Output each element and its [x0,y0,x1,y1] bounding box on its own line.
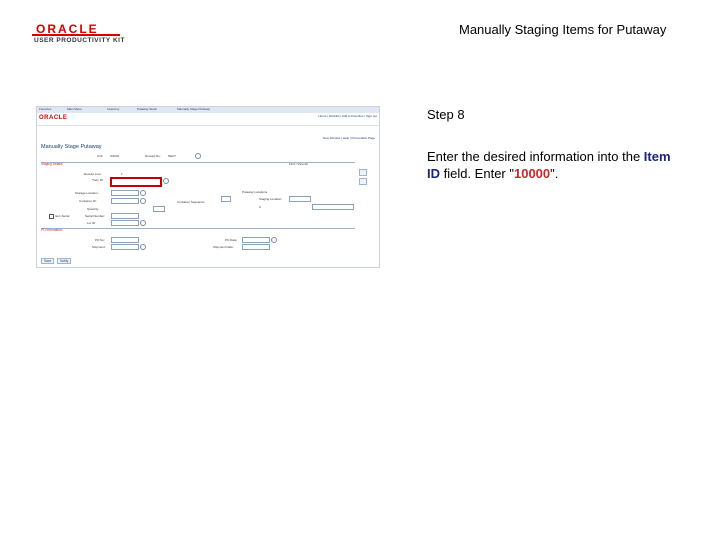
instruction-prefix: Enter the desired information into the [427,149,644,164]
shipment-input[interactable] [111,244,139,250]
application-screenshot: Favorites Main Menu Inventory Putaway St… [36,106,380,268]
item-id-label: *Item ID: [92,178,104,182]
nav-item-manually-stage-putaway[interactable]: Manually Stage Putaway [177,107,210,111]
staging-details-header: Staging Details [41,162,63,166]
container-id-label: Container ID: [79,199,97,203]
serial-label: Serial Number: [85,214,106,218]
upk-logo-subtitle: USER PRODUCTIVITY KIT [34,37,125,44]
staging-value: 0 [259,205,261,209]
po-date-label: PO Date: [225,238,238,242]
nav-item-main-menu[interactable]: Main Menu [67,107,82,111]
serial-input[interactable] [111,213,139,219]
unit-label: Unit: [97,154,104,158]
staging-detail-input[interactable] [312,204,354,210]
staging-location-label: Staging Location: [259,197,283,201]
add-row-button[interactable] [359,169,367,176]
header-links[interactable]: Home | Worklist | Add to Favorites | Sig… [318,114,377,118]
quantity-input[interactable] [153,206,165,212]
container-lookup-icon[interactable] [140,198,146,204]
po-no-input[interactable] [111,237,139,243]
shipment-date-label: Shipment Date: [213,245,234,249]
item-serial-label: Item Serial [55,214,70,218]
nav-item-putaway-stock[interactable]: Putaway Stock [137,107,157,111]
delete-row-button[interactable] [359,178,367,185]
nav-item-inventory[interactable]: Inventory [107,107,119,111]
logo-underline [32,34,120,36]
lot-lookup-icon[interactable] [140,220,146,226]
storage-lookup-icon[interactable] [140,190,146,196]
putaway-locations-link[interactable]: Putaway Locations [242,190,267,194]
shipment-label: Shipment: [92,245,106,249]
step-label: Step 8 [427,107,465,122]
item-id-field[interactable] [110,177,162,187]
receipt-line-value: 1 [121,172,123,176]
quantity-label: Quantity: [87,207,100,211]
shipment-lookup-icon[interactable] [140,244,146,250]
item-serial-checkbox[interactable] [49,214,54,219]
storage-location-label: Storage Location: [75,191,99,195]
nav-item-favorites[interactable]: Favorites [39,107,51,111]
lot-input[interactable] [111,220,139,226]
staging-location-input[interactable] [289,196,311,202]
page-title: Manually Stage Putaway [41,144,102,150]
find-view-all[interactable]: Find | View All [289,162,308,166]
instruction-middle: field. Enter " [440,166,514,181]
instruction-value: 10000 [513,166,551,181]
receipt-no-value: NEXT [168,154,177,158]
document-title: Manually Staging Items for Putaway [459,22,667,37]
po-no-label: PO No: [95,238,105,242]
receipt-no-label: Receipt No: [145,154,161,158]
po-info-header: PO Information [41,228,63,232]
storage-location-input[interactable] [111,190,139,196]
receipt-line-label: Receipt Line: [84,172,102,176]
po-info-divider [41,228,355,233]
lot-label: Lot ID: [87,221,96,225]
step-instruction: Enter the desired information into the I… [427,148,687,182]
app-logo: ORACLE [39,115,68,121]
calendar-icon[interactable] [271,237,277,243]
instruction-suffix: ". [550,166,559,181]
container-sequence-label: Container Sequence: [177,200,206,204]
container-id-input[interactable] [111,198,139,204]
item-lookup-icon[interactable] [163,178,169,184]
button-bar: Save Notify [41,258,73,264]
container-sequence-input[interactable] [221,196,231,202]
page-links[interactable]: New Window | Help | Personalize Page [323,136,375,140]
unit-value: US001 [110,154,120,158]
shipment-date-input[interactable] [242,244,270,250]
app-header: ORACLE Home | Worklist | Add to Favorite… [37,113,379,126]
save-button[interactable]: Save [41,258,55,264]
lookup-icon[interactable] [195,153,201,159]
notify-button[interactable]: Notify [57,258,72,264]
oracle-logo: ORACLE [36,22,99,36]
po-date-input[interactable] [242,237,270,243]
grid-controls [359,169,367,187]
